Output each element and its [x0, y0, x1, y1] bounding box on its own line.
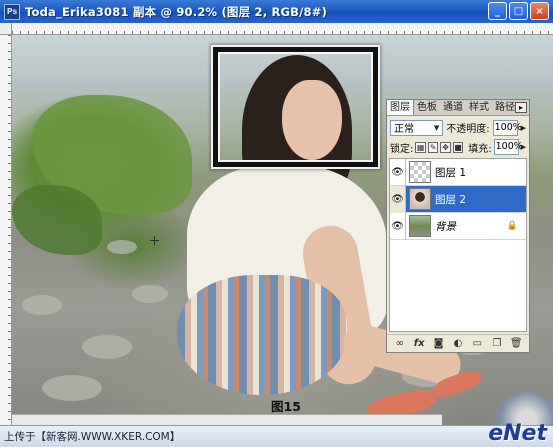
lock-position-icon[interactable]: ✥: [440, 141, 451, 153]
lock-all-icon[interactable]: ■: [452, 141, 464, 153]
maximize-button[interactable]: □: [509, 2, 528, 20]
layer-row-1[interactable]: 👁 图层 1: [390, 158, 526, 186]
window-title: Toda_Erika3081 副本 @ 90.2% (图层 2, RGB/8#): [25, 4, 328, 19]
pebble: [107, 240, 137, 254]
close-button[interactable]: ×: [530, 2, 549, 20]
fill-input[interactable]: 100%: [493, 139, 523, 155]
trash-icon[interactable]: 🗑: [510, 338, 523, 349]
pebble: [132, 285, 168, 303]
layer-name[interactable]: 图层 2: [435, 192, 466, 207]
figure-caption: 图15: [271, 399, 301, 414]
opacity-input[interactable]: 100%: [492, 119, 522, 136]
status-text: 上传于【新客网.WWW.XKER.COM】: [4, 431, 181, 443]
subject-skirt: [177, 275, 347, 395]
fill-label: 填充:: [468, 143, 492, 155]
panel-tab-bar: 图层 色板 通道 样式 路径 ▸: [387, 100, 529, 116]
tab-swatches[interactable]: 色板: [414, 100, 440, 115]
layer-thumbnail: [409, 161, 431, 183]
layers-panel-toolbar: ∞ fx ◙ ◐ ▭ ❐ 🗑: [387, 334, 529, 352]
link-icon[interactable]: ∞: [393, 338, 406, 349]
blend-mode-value: 正常: [394, 124, 414, 135]
pebble: [82, 335, 132, 359]
panel-menu-icon[interactable]: ▸: [515, 102, 527, 113]
eye-visibility-icon[interactable]: 👁: [390, 185, 406, 213]
horizontal-ruler[interactable]: [12, 23, 553, 35]
pebble: [42, 375, 102, 401]
photoshop-logo-icon: Ps: [4, 3, 20, 20]
pebble: [22, 295, 62, 315]
minimize-button[interactable]: _: [488, 2, 507, 20]
lock-label: 锁定:: [390, 143, 414, 155]
photo-frame-border: [213, 47, 378, 167]
tab-layers[interactable]: 图层: [387, 100, 414, 115]
layer-thumbnail: [409, 215, 431, 237]
layers-list: 👁 图层 1 👁 图层 2 👁 背景 🔒: [389, 158, 527, 332]
new-layer-icon[interactable]: ❐: [490, 338, 503, 349]
lock-transparency-icon[interactable]: ▦: [415, 141, 426, 153]
ruler-origin[interactable]: [0, 23, 12, 35]
folder-icon[interactable]: ▭: [471, 338, 484, 349]
layer-name[interactable]: 背景: [435, 219, 456, 234]
layers-panel[interactable]: 图层 色板 通道 样式 路径 ▸ 正常 ▼ 不透明度: 100% ▶ 锁定: ▦…: [386, 99, 530, 353]
layer-row-2[interactable]: 👁 图层 2: [390, 185, 526, 213]
vertical-ruler[interactable]: [0, 35, 12, 425]
enet-watermark-logo: eNet: [488, 421, 547, 446]
opacity-label: 不透明度:: [446, 124, 490, 135]
tab-styles[interactable]: 样式: [466, 100, 492, 115]
opacity-slider-icon[interactable]: ▶: [521, 124, 526, 132]
layer-thumbnail: [409, 188, 431, 210]
lock-icon: 🔒: [506, 221, 518, 231]
eye-visibility-icon[interactable]: 👁: [390, 158, 406, 186]
layer-row-background[interactable]: 👁 背景 🔒: [390, 212, 526, 240]
eye-visibility-icon[interactable]: 👁: [390, 212, 406, 240]
layer-name[interactable]: 图层 1: [435, 165, 466, 180]
adjustment-icon[interactable]: ◐: [451, 338, 464, 349]
chevron-down-icon: ▼: [433, 123, 440, 132]
lock-paint-icon[interactable]: ✎: [427, 141, 439, 153]
mask-icon[interactable]: ◙: [432, 338, 445, 349]
blend-mode-select[interactable]: 正常 ▼: [390, 119, 444, 136]
fill-slider-icon[interactable]: ▶: [521, 143, 526, 151]
crosshair-cursor-icon: [150, 236, 159, 245]
status-bar: 上传于【新客网.WWW.XKER.COM】 eNet: [0, 421, 553, 447]
window-title-bar[interactable]: Ps Toda_Erika3081 副本 @ 90.2% (图层 2, RGB/…: [0, 0, 553, 23]
tab-channels[interactable]: 通道: [440, 100, 466, 115]
horizontal-scrollbar[interactable]: [12, 414, 442, 425]
fx-icon[interactable]: fx: [413, 338, 426, 349]
